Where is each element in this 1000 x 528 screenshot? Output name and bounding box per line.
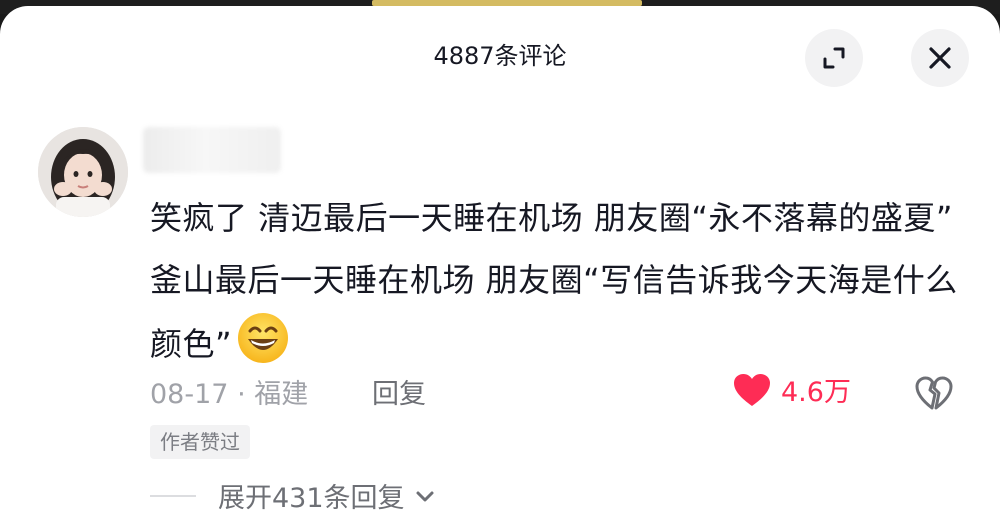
broken-heart-icon: [915, 376, 953, 410]
close-icon: [929, 47, 951, 69]
comment-meta: 08-17 · 福建 回复: [150, 372, 426, 411]
author-liked-badge: 作者赞过: [150, 425, 250, 459]
comment-text: 笑疯了 清迈最后一天睡在机场 朋友圈“永不落幕的盛夏” 釜山最后一天睡在机场 朋…: [150, 187, 960, 385]
comment-sheet: 4887条评论 笑疯了 清迈最后一天睡在机场 朋友圈“永不落幕的盛夏” 釜山最后…: [0, 6, 1000, 528]
avatar-image: [38, 127, 128, 217]
meta-separator: ·: [237, 379, 246, 410]
expand-replies-label: 展开431条回复: [218, 483, 405, 514]
heart-icon: [734, 373, 770, 406]
like-button[interactable]: 4.6万: [733, 370, 851, 409]
username-redacted: [143, 127, 281, 173]
dislike-button[interactable]: [915, 376, 953, 414]
close-button[interactable]: [911, 29, 969, 87]
comment-location: 福建: [254, 379, 309, 410]
reply-button[interactable]: 回复: [372, 372, 426, 411]
divider: [150, 494, 196, 497]
expand-button[interactable]: [805, 29, 863, 87]
like-count: 4.6万: [781, 377, 851, 408]
expand-replies-button[interactable]: 展开431条回复: [150, 476, 437, 515]
avatar[interactable]: [38, 127, 128, 217]
comment-date: 08-17: [150, 379, 229, 410]
expand-icon: [823, 47, 845, 69]
chevron-down-icon: [416, 491, 434, 501]
